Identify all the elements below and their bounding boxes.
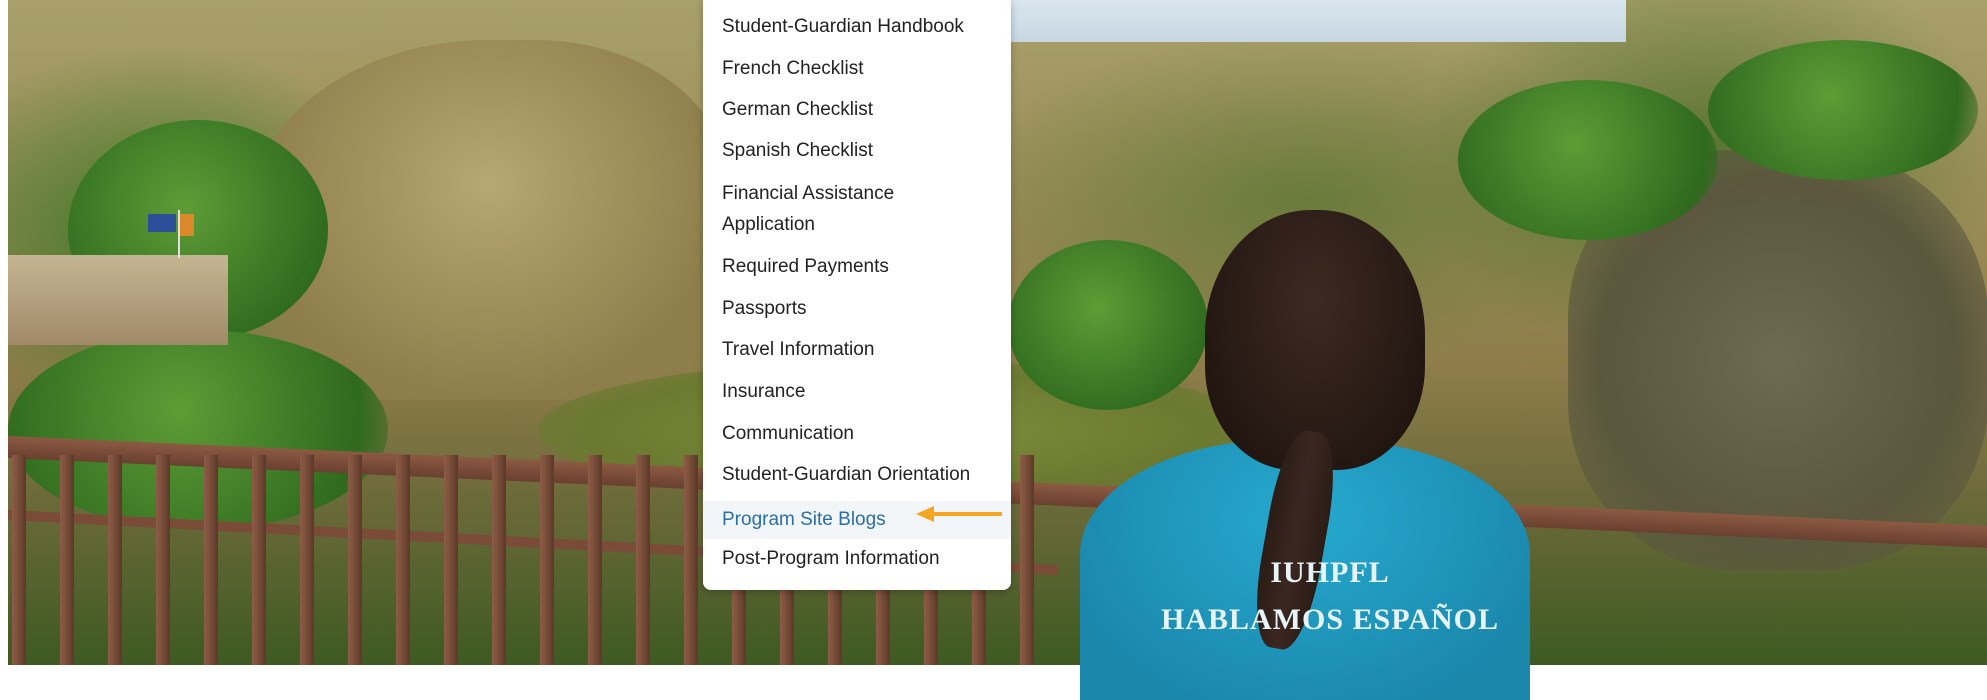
shirt-text: IUHPFL [1270, 556, 1390, 589]
menu-item-student-guardian-orientation[interactable]: Student-Guardian Orientation [703, 459, 1011, 490]
sky [1006, 0, 1626, 42]
menu-item-passports[interactable]: Passports [703, 293, 1011, 324]
menu-item-label: Application [722, 214, 815, 235]
menu-item-label: Financial Assistance [722, 183, 895, 204]
menu-item-travel-information[interactable]: Travel Information [703, 334, 1011, 365]
menu-item-student-guardian-handbook[interactable]: Student-Guardian Handbook [703, 11, 1011, 42]
menu-item-label: French Checklist [722, 58, 864, 79]
menu-item-required-payments[interactable]: Required Payments [703, 251, 1011, 282]
menu-item-label: Student-Guardian Orientation [722, 464, 971, 485]
menu-item-french-checklist[interactable]: French Checklist [703, 53, 1011, 84]
menu-item-spanish-checklist[interactable]: Spanish Checklist [703, 135, 1011, 166]
menu-item-label: Required Payments [722, 256, 889, 277]
menu-item-label: Travel Information [722, 339, 875, 360]
shirt-text: HABLAMOS ESPAÑOL [1161, 603, 1499, 636]
tree-cluster [1008, 240, 1208, 410]
stone-wall [8, 255, 228, 345]
menu-item-post-program-information[interactable]: Post-Program Information [703, 543, 1011, 574]
menu-item-communication[interactable]: Communication [703, 418, 1011, 449]
flag [148, 214, 176, 232]
dropdown-menu: Student-Guardian Handbook French Checkli… [703, 0, 1011, 590]
menu-item-label: German Checklist [722, 99, 873, 120]
flag [180, 214, 194, 236]
menu-item-insurance[interactable]: Insurance [703, 376, 1011, 407]
menu-item-label: Post-Program Information [722, 548, 940, 569]
tree-cluster [1458, 80, 1718, 240]
menu-item-label: Spanish Checklist [722, 140, 874, 161]
tree-cluster [1708, 40, 1978, 180]
menu-item-label: Insurance [722, 381, 806, 402]
menu-item-financial-assistance-application[interactable]: Financial Assistance Application [703, 178, 1011, 240]
menu-item-german-checklist[interactable]: German Checklist [703, 94, 1011, 125]
menu-item-label: Student-Guardian Handbook [722, 16, 964, 37]
menu-item-label: Passports [722, 298, 807, 319]
menu-item-label: Communication [722, 423, 854, 444]
orange-arrow-icon [916, 506, 1002, 522]
